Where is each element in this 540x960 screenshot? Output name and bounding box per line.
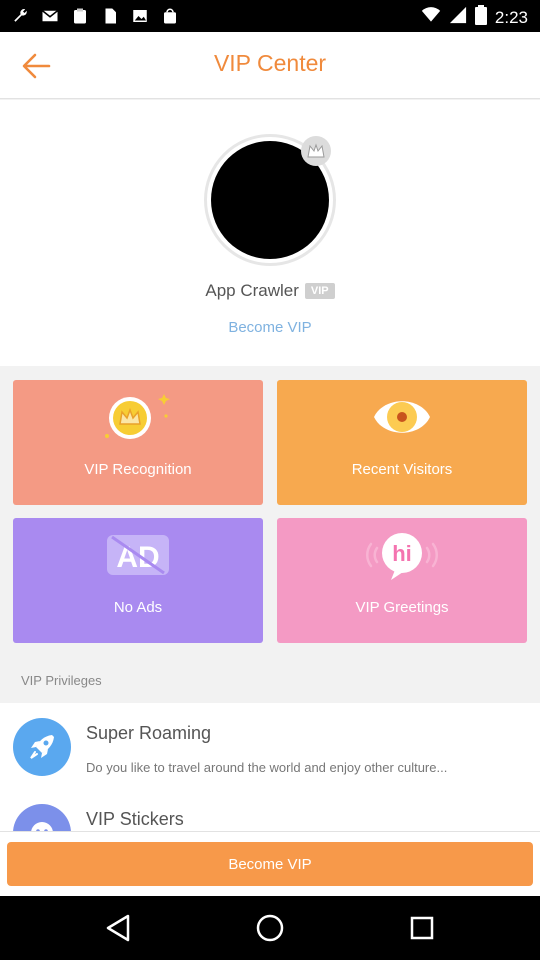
circle-home-icon — [256, 914, 284, 942]
no-ads-icon: AD — [13, 530, 263, 580]
status-bar: 2:23 — [0, 0, 540, 32]
nav-home-button[interactable] — [254, 912, 286, 944]
become-vip-button[interactable]: Become VIP — [7, 842, 533, 886]
username: App Crawler — [205, 281, 299, 300]
wrench-icon — [10, 6, 30, 26]
vip-status-tag: VIP — [304, 283, 335, 299]
image-icon — [130, 6, 150, 26]
profile-section: App Crawler VIP Become VIP — [0, 100, 540, 366]
svg-text:hi: hi — [392, 541, 412, 566]
privilege-description: Do you like to travel around the world a… — [86, 760, 448, 775]
nav-recents-button[interactable] — [406, 912, 438, 944]
hi-bubble-icon: hi — [277, 530, 527, 580]
battery-icon — [474, 5, 487, 30]
shopping-bag-icon — [160, 6, 180, 26]
square-recents-icon — [410, 916, 434, 940]
rocket-icon — [13, 718, 71, 776]
app-header: VIP Center — [0, 32, 540, 99]
become-vip-link[interactable]: Become VIP — [0, 319, 540, 336]
eye-icon — [277, 392, 527, 442]
nav-back-button[interactable] — [102, 912, 134, 944]
notification-icons — [10, 6, 180, 26]
triangle-back-icon — [106, 914, 130, 942]
vip-badge-icon — [301, 136, 331, 166]
mail-icon — [40, 6, 60, 26]
feature-label: VIP Recognition — [84, 461, 192, 478]
crown-icon — [13, 392, 263, 442]
username-row: App Crawler VIP — [0, 281, 540, 301]
feature-card-no-ads[interactable]: AD No Ads — [13, 518, 263, 643]
feature-card-vip-recognition[interactable]: VIP Recognition — [13, 380, 263, 505]
system-status: 2:23 — [421, 5, 528, 30]
clipboard-icon — [70, 6, 90, 26]
sim-icon — [100, 6, 120, 26]
privilege-title: VIP Stickers — [86, 809, 184, 829]
feature-card-recent-visitors[interactable]: Recent Visitors — [277, 380, 527, 505]
page-title: VIP Center — [213, 50, 327, 76]
feature-card-vip-greetings[interactable]: hi VIP Greetings — [277, 518, 527, 643]
privilege-title: Super Roaming — [86, 723, 212, 743]
feature-label: VIP Greetings — [355, 599, 449, 616]
bottom-action-bar: Become VIP — [0, 831, 540, 896]
clock: 2:23 — [494, 7, 528, 27]
privilege-super-roaming[interactable]: Super Roaming Do you like to travel arou… — [0, 703, 540, 789]
section-title: VIP Privileges — [21, 673, 102, 688]
vip-center-screen: VIP Center App Crawler VIP Become VIP VI… — [0, 32, 540, 896]
feature-label: Recent Visitors — [351, 461, 453, 478]
signal-icon — [449, 6, 467, 29]
wifi-icon — [421, 6, 441, 29]
system-nav-bar — [0, 896, 540, 960]
feature-label: No Ads — [113, 599, 163, 616]
